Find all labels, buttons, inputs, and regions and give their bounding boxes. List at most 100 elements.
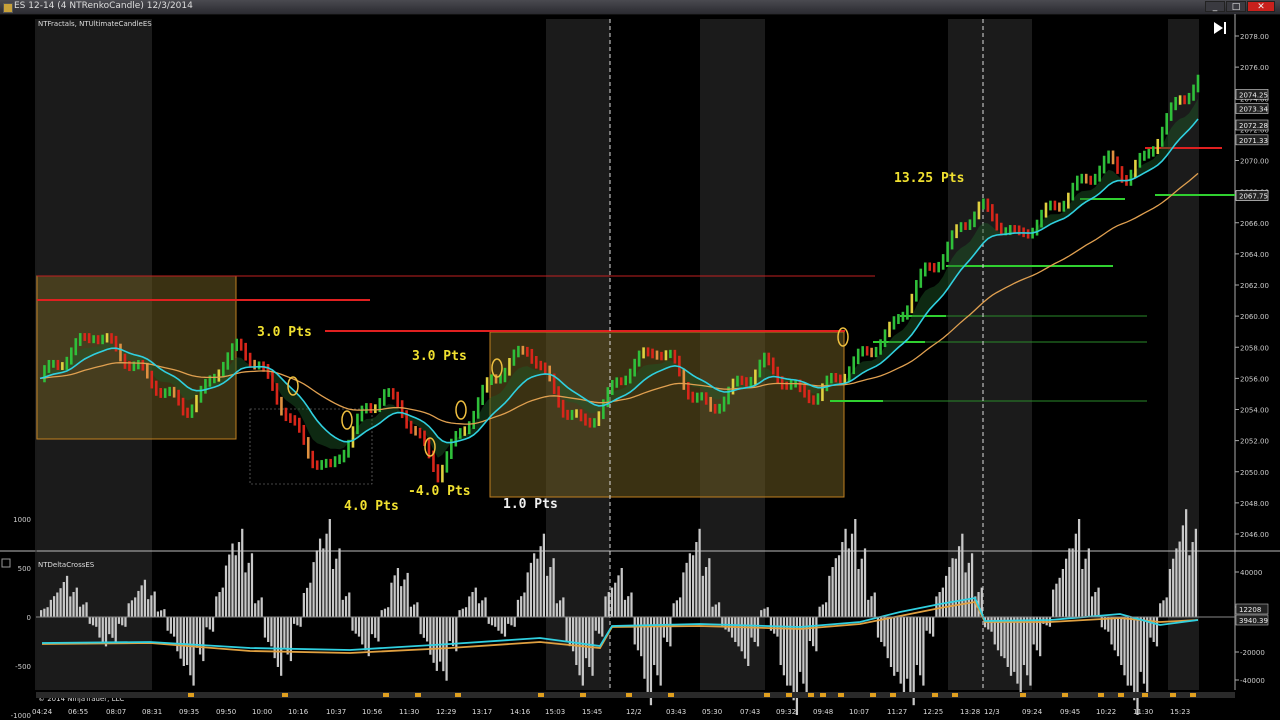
price-tick-label: 2048.00 [1240,500,1269,508]
tick-dot [626,693,632,697]
candle [695,392,699,403]
maximize-button[interactable]: □ [1226,1,1246,12]
delta-bar [957,546,961,617]
delta-bar [711,606,714,617]
candle [280,396,283,416]
candle [396,391,399,409]
candle [1053,200,1057,211]
time-tick-label: 15:23 [1170,708,1190,716]
delta-bar [666,617,669,642]
chart-area[interactable]: 2046.00 2048.00 2050.00 2052.00 2054.00 2056.… [0,14,1280,720]
delta-bar [640,617,643,657]
delta-bar [1013,617,1016,672]
delta-bar [685,562,688,617]
window-title: ES 12-14 (4 NTRenkoCandle) 12/3/2014 [14,1,193,11]
candle [1098,165,1101,182]
candle [414,425,417,436]
candle [1049,200,1052,211]
time-tick-label: 09:32 [776,708,796,716]
tick-dot [1020,693,1026,697]
candle [96,335,100,345]
delta-bar [195,617,198,648]
candle [539,360,543,371]
delta-bar [1178,541,1181,617]
tick-dot [932,693,938,697]
delta-bar [78,606,82,617]
delta-bar [153,591,156,617]
tick-dot [580,693,586,697]
price-tag-label: 2072.28 [1239,122,1268,130]
candle [244,342,247,361]
minimize-button[interactable]: _ [1205,1,1225,12]
candle [763,352,766,368]
delta-bar [390,582,393,617]
candle [584,413,587,426]
delta-bar [552,558,555,617]
delta-bar [202,617,205,662]
delta-bar [124,617,127,627]
delta-bar [597,617,601,634]
delta-bar [260,597,263,617]
candle [1174,96,1177,111]
candle [1040,209,1043,228]
panel-expand-icon[interactable] [1,558,11,568]
session-band [948,19,1032,690]
candle [534,356,538,369]
candle [950,230,954,250]
candle [700,392,704,401]
candle [248,352,252,368]
candle [664,350,668,361]
time-tick-label: 12/2 [626,708,642,716]
delta-bar [140,585,143,617]
candle [628,368,632,384]
delta-bar [208,617,211,630]
candle [1107,150,1110,164]
delta-bar [419,617,422,635]
candle [655,350,659,360]
delta-bar [361,617,364,645]
candle [906,305,909,320]
delta-bar [636,617,640,651]
delta-bar [477,603,481,617]
candle [682,368,686,390]
delta-bar [902,617,906,696]
delta-bar [1022,617,1026,666]
candle [704,392,708,405]
candle [123,353,127,369]
annotation-pts-6: 13.25 Pts [894,171,964,186]
delta-bar [1165,597,1168,617]
delta-bar [844,528,847,617]
candle [767,352,771,366]
delta-bar [46,607,49,617]
candle [883,329,887,348]
candle [405,410,408,429]
delta-bar [166,617,169,631]
candle [110,333,113,344]
candle [852,356,856,375]
delta-bar [828,575,831,617]
delta-bar [325,533,328,617]
delta-bar [484,597,487,617]
delta-bar [130,600,134,617]
delta-bar [932,617,935,637]
delta-bar [244,572,247,617]
delta-bar [458,610,461,617]
delta-bar [1061,568,1065,617]
delta-bar [305,587,309,617]
candle [302,424,306,445]
candle [150,370,154,389]
delta-bar [426,617,429,642]
time-tick-label: 11:30 [1133,708,1153,716]
delta-bar [558,600,562,617]
delta-bar [117,617,121,624]
candle [995,213,999,231]
candle [168,386,171,397]
candle [101,334,104,345]
tick-dot [838,693,844,697]
close-button[interactable]: ✕ [1247,1,1275,12]
candle [825,375,829,392]
delta-bar [357,617,361,637]
candle [919,268,923,288]
candle [213,373,216,384]
delta-bar [413,604,416,617]
